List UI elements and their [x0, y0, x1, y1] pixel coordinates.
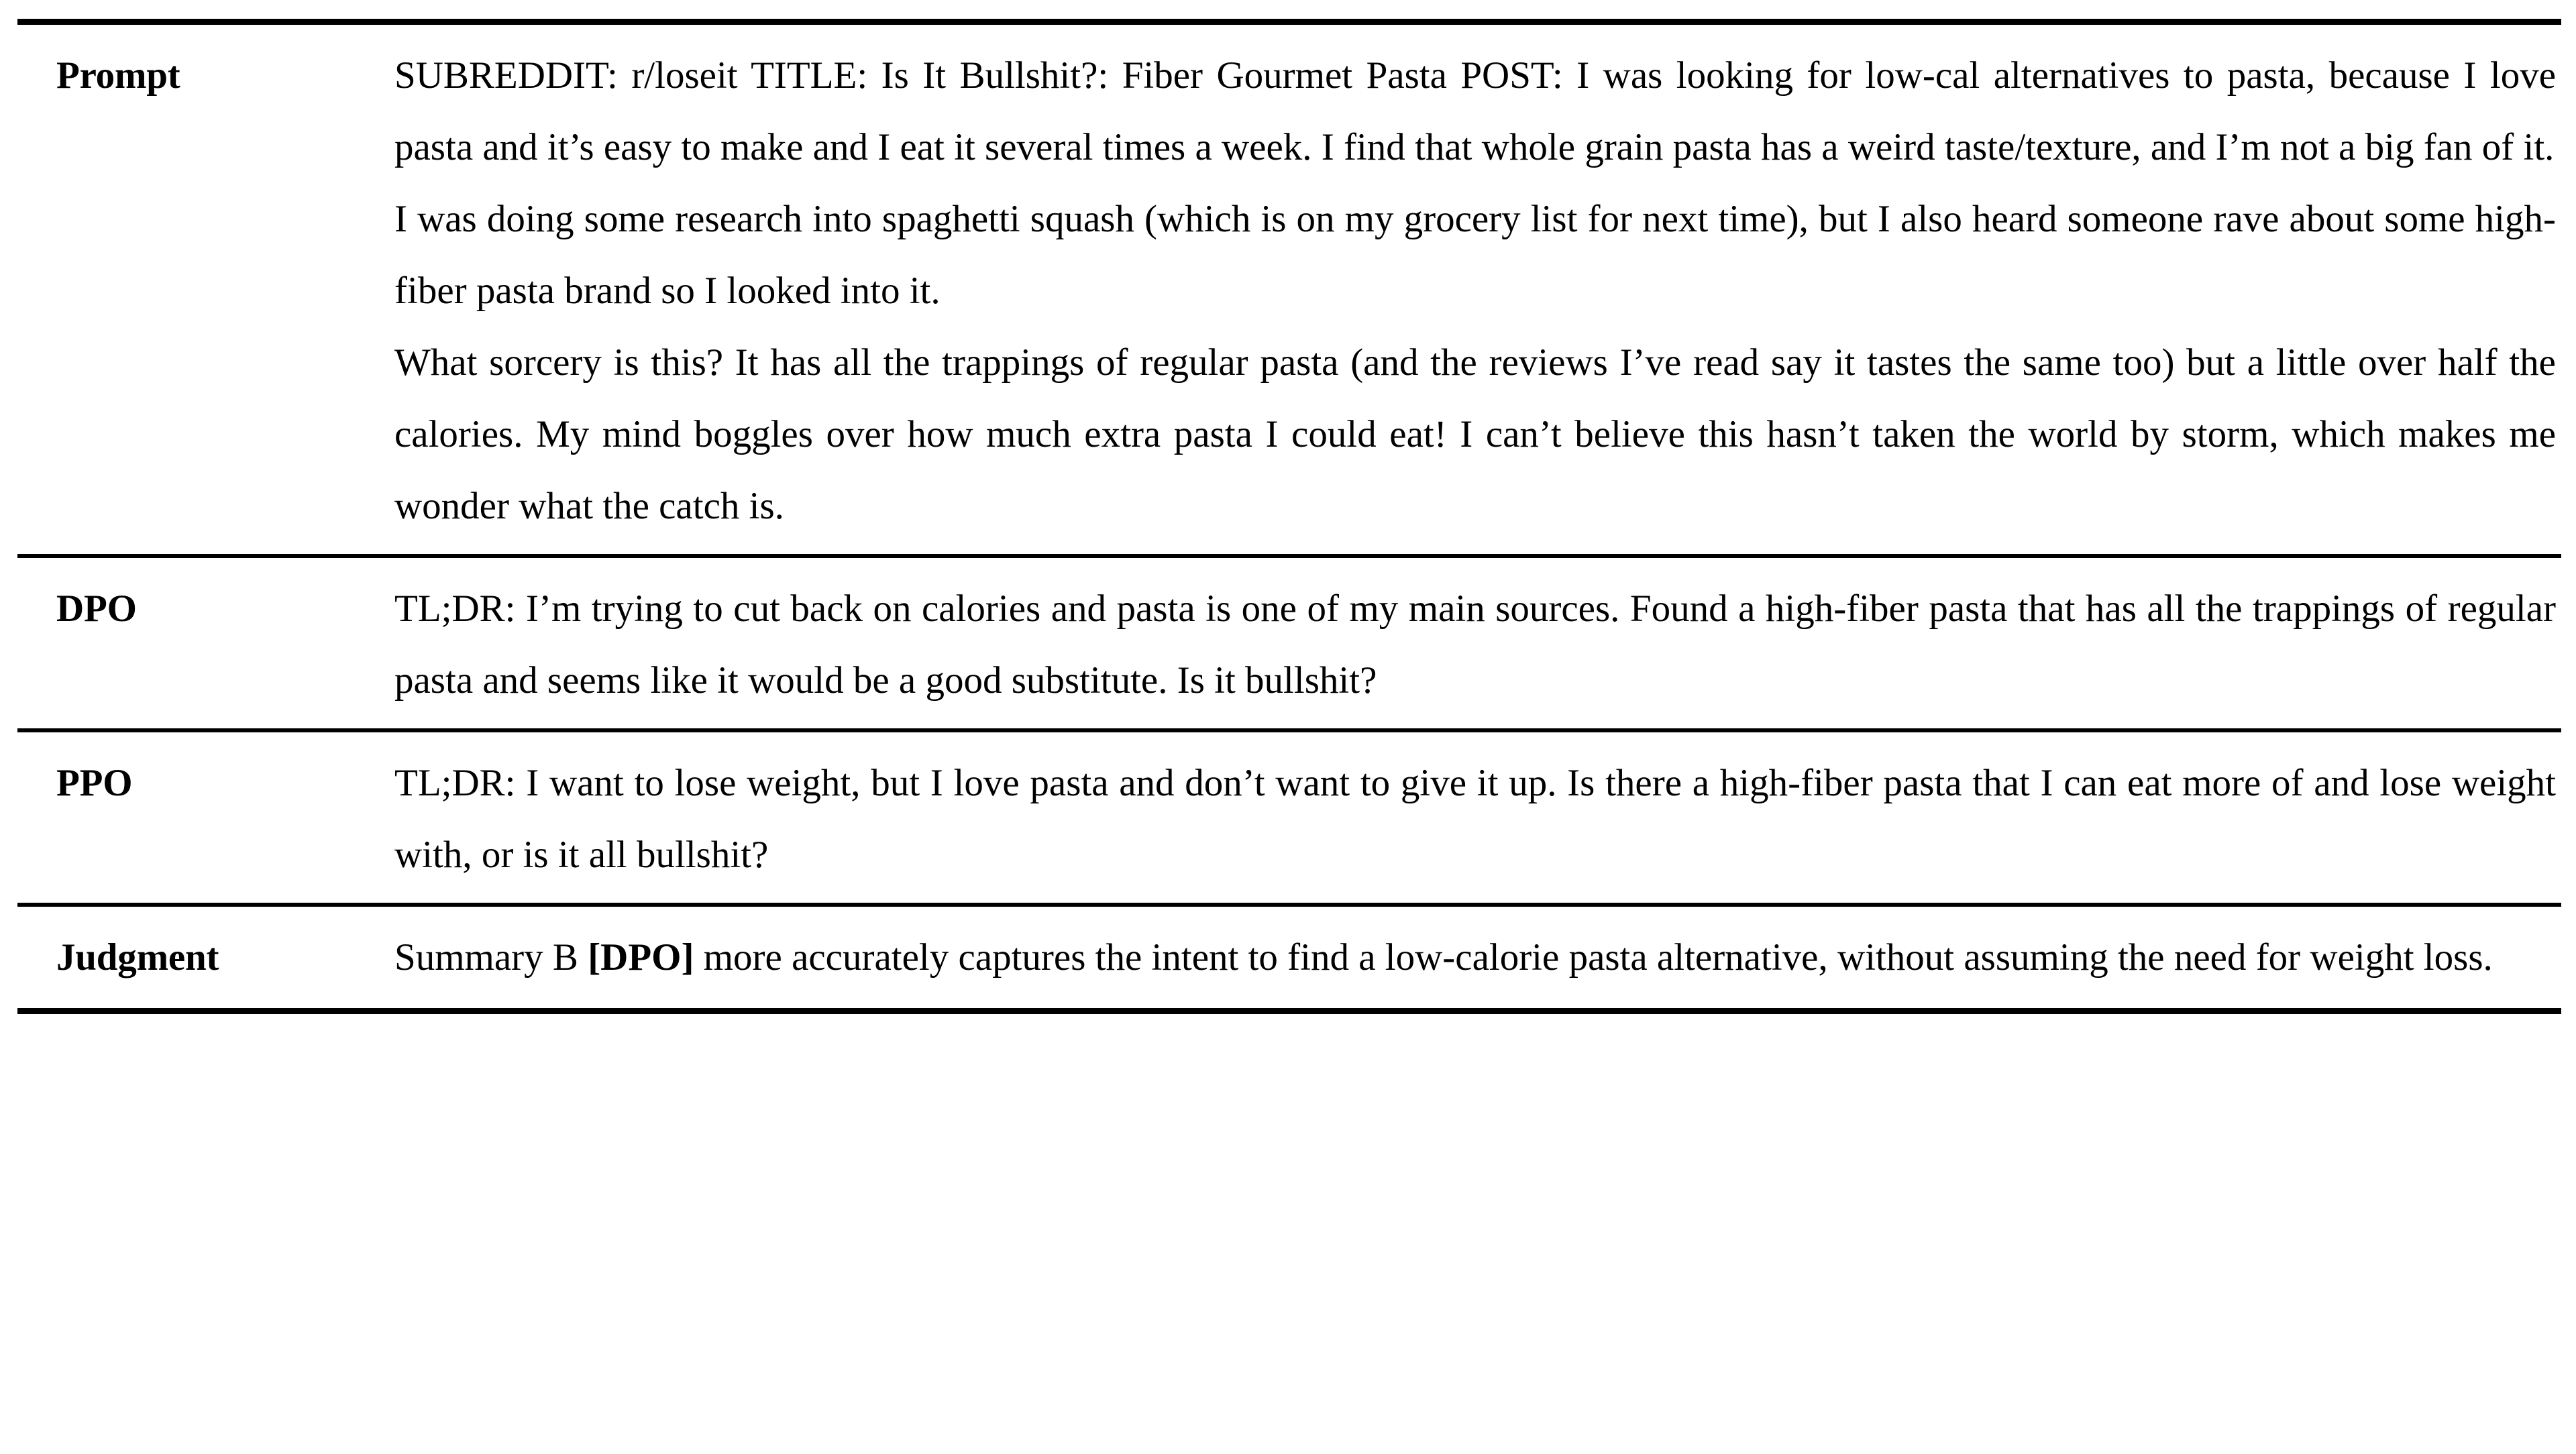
qualitative-example-table: Prompt SUBREDDIT: r/loseit TITLE: Is It …: [17, 19, 2561, 1014]
document-page: Prompt SUBREDDIT: r/loseit TITLE: Is It …: [0, 0, 2576, 1454]
row-label-prompt: Prompt: [56, 54, 180, 97]
row-label-judgment: Judgment: [56, 936, 219, 978]
judgment-text: Summary B [DPO] more accurately captures…: [394, 921, 2556, 993]
table-row-prompt: Prompt SUBREDDIT: r/loseit TITLE: Is It …: [17, 25, 2561, 554]
table-bottom-rule: [17, 1008, 2561, 1014]
row-body-ppo: TL;DR: I want to lose weight, but I love…: [394, 747, 2561, 891]
table-row-dpo: DPO TL;DR: I’m trying to cut back on cal…: [17, 558, 2561, 728]
prompt-paragraph-1: SUBREDDIT: r/loseit TITLE: Is It Bullshi…: [394, 54, 2556, 168]
row-label-dpo: DPO: [56, 588, 137, 630]
judgment-winner-tag: [DPO]: [588, 936, 694, 978]
row-body-prompt: SUBREDDIT: r/loseit TITLE: Is It Bullshi…: [394, 40, 2561, 542]
ppo-summary-text: TL;DR: I want to lose weight, but I love…: [394, 762, 2556, 876]
dpo-summary-text: TL;DR: I’m trying to cut back on calorie…: [394, 588, 2556, 702]
table-row-judgment: Judgment Summary B [DPO] more accurately…: [17, 907, 2561, 1008]
row-body-judgment: Summary B [DPO] more accurately captures…: [394, 921, 2561, 993]
row-body-dpo: TL;DR: I’m trying to cut back on calorie…: [394, 573, 2561, 716]
table-top-rule: [17, 19, 2561, 25]
prompt-paragraph-3: What sorcery is this? It has all the tra…: [394, 341, 2556, 527]
table-row-ppo: PPO TL;DR: I want to lose weight, but I …: [17, 732, 2561, 903]
prompt-paragraph-2: I was doing some research into spaghetti…: [394, 198, 2556, 312]
row-label-ppo: PPO: [56, 762, 133, 804]
judgment-suffix: more accurately captures the intent to f…: [694, 936, 2493, 978]
judgment-prefix: Summary B: [394, 936, 588, 978]
